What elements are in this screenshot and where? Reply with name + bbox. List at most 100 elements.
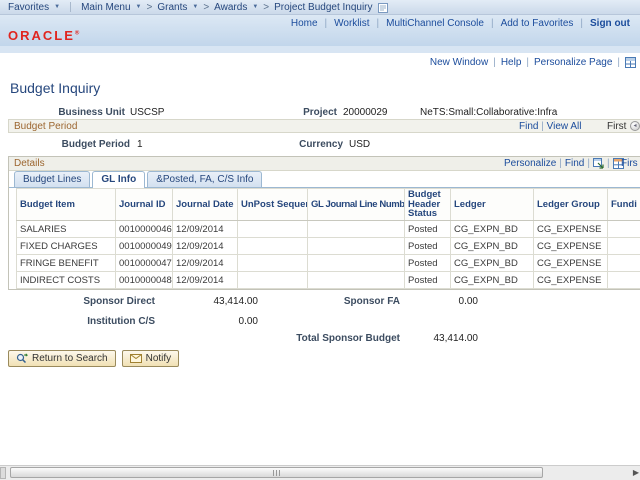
cell-funding [608,221,640,238]
breadcrumb-grants[interactable]: Grants [157,2,187,13]
details-find-link[interactable]: Find [565,158,584,169]
details-personalize-link[interactable]: Personalize [504,158,556,169]
cell-journal-id: 0010000047 [116,255,173,272]
col-budget-header-status: Budget Header Status [405,189,451,221]
tab-gl-info[interactable]: GL Info [92,171,145,188]
notepad-icon[interactable] [378,2,388,13]
chevron-down-icon: ▼ [192,4,198,10]
tab-posted-fa-cs-info[interactable]: &Posted, FA, C/S Info [147,171,262,187]
details-section-title: Details [14,158,45,169]
breadcrumb-separator: > [147,2,153,13]
main-menu[interactable]: Main Menu [81,2,130,13]
cell-ledger-group: CG_EXPENSE [534,255,608,272]
envelope-icon [130,354,142,363]
cell-ledger-group: CG_EXPENSE [534,238,608,255]
details-grid-actions: Personalize | Find | | [504,158,624,169]
cell-ledger: CG_EXPN_BD [451,255,534,272]
cell-unpost-seq [238,272,308,289]
budget-period-section-bar: Budget Period Find | View All First ◂ 1 … [8,119,640,133]
cell-funding [608,272,640,289]
cell-header-status: Posted [405,255,451,272]
currency-label: Currency [0,139,343,150]
search-return-icon [16,353,28,365]
currency-value: USD [349,139,370,150]
previous-page-round-button[interactable]: ◂ [630,121,640,131]
worklist-link[interactable]: Worklist [334,18,369,29]
header-divider-band [0,46,640,53]
col-ledger-group: Ledger Group [534,189,608,221]
cell-journal-id: 0010000049 [116,238,173,255]
cell-ledger: CG_EXPN_BD [451,272,534,289]
cell-gl-line [308,221,405,238]
personalize-page-link[interactable]: Personalize Page [534,57,612,68]
budget-period-section-title: Budget Period [14,121,77,132]
cell-gl-line [308,255,405,272]
cell-funding [608,255,640,272]
budget-period-view-all-link[interactable]: View All [547,121,582,132]
cell-ledger: CG_EXPN_BD [451,221,534,238]
page-title: Budget Inquiry [10,80,100,96]
cell-journal-id: 0010000046 [116,221,173,238]
breadcrumb-separator: > [263,2,269,13]
cell-budget-item: FIXED CHARGES [17,238,116,255]
details-first-label: Firs [621,158,638,169]
cell-ledger-group: CG_EXPENSE [534,221,608,238]
cell-journal-id: 0010000048 [116,272,173,289]
table-row: SALARIES 0010000046 12/09/2014 Posted CG… [17,221,640,238]
cell-ledger: CG_EXPN_BD [451,238,534,255]
horizontal-scrollbar[interactable]: ▶ [0,465,640,480]
cell-gl-line [308,238,405,255]
table-header-row: Budget Item Journal ID Journal Date UnPo… [17,189,640,221]
multichannel-console-link[interactable]: MultiChannel Console [386,18,484,29]
notify-button[interactable]: Notify [122,350,180,367]
chevron-down-icon: ▼ [136,4,142,10]
cell-budget-item: FRINGE BENEFIT [17,255,116,272]
breadcrumb-awards[interactable]: Awards [214,2,247,13]
col-ledger: Ledger [451,189,534,221]
favorites-menu[interactable]: Favorites [8,2,49,13]
cell-journal-date: 12/09/2014 [173,255,238,272]
cell-gl-line [308,272,405,289]
cell-journal-date: 12/09/2014 [173,238,238,255]
table-row: FIXED CHARGES 0010000049 12/09/2014 Post… [17,238,640,255]
col-unpost-sequence: UnPost Sequence [238,189,308,221]
scroll-left-button[interactable] [0,467,6,479]
sign-out-link[interactable]: Sign out [590,18,630,29]
cell-header-status: Posted [405,221,451,238]
cell-ledger-group: CG_EXPENSE [534,272,608,289]
details-grid-header: Details Personalize | Find | | [9,157,640,171]
breadcrumb-separator: > [203,2,209,13]
budget-period-find-link[interactable]: Find [519,121,538,132]
gl-info-table: Budget Item Journal ID Journal Date UnPo… [16,188,640,289]
add-to-favorites-link[interactable]: Add to Favorites [501,18,574,29]
grid-window-icon[interactable] [625,57,636,68]
page-toolbar: New Window | Help | Personalize Page | [430,57,636,68]
divider [70,2,71,12]
table-row: INDIRECT COSTS 0010000048 12/09/2014 Pos… [17,272,640,289]
scroll-right-arrow-icon[interactable]: ▶ [633,468,639,477]
scrollbar-thumb[interactable] [10,467,543,478]
chevron-down-icon: ▼ [54,4,60,10]
new-window-link[interactable]: New Window [430,57,488,68]
project-label: Project [0,107,337,118]
cell-unpost-seq [238,221,308,238]
tab-budget-lines[interactable]: Budget Lines [14,171,90,187]
cell-unpost-seq [238,238,308,255]
col-journal-date: Journal Date [173,189,238,221]
breadcrumb: Favorites ▼ Main Menu ▼ > Grants ▼ > Awa… [0,0,640,15]
chevron-down-icon: ▼ [252,4,258,10]
cell-journal-date: 12/09/2014 [173,221,238,238]
col-funding: Fundi [608,189,640,221]
table-row: FRINGE BENEFIT 0010000047 12/09/2014 Pos… [17,255,640,272]
col-budget-item: Budget Item [17,189,116,221]
help-link[interactable]: Help [501,57,522,68]
return-to-search-button[interactable]: Return to Search [8,350,116,367]
page-header: Home | Worklist | MultiChannel Console |… [0,15,640,46]
project-description: NeTS:Small:Collaborative:Infra [420,107,557,118]
home-link[interactable]: Home [291,18,318,29]
col-gl-journal-line-number: GL Journal Line Number [308,189,405,221]
details-grid: Details Personalize | Find | | [8,156,640,290]
cell-header-status: Posted [405,272,451,289]
export-to-excel-icon[interactable] [593,158,604,169]
institution-cs-value: 0.00 [0,316,258,327]
